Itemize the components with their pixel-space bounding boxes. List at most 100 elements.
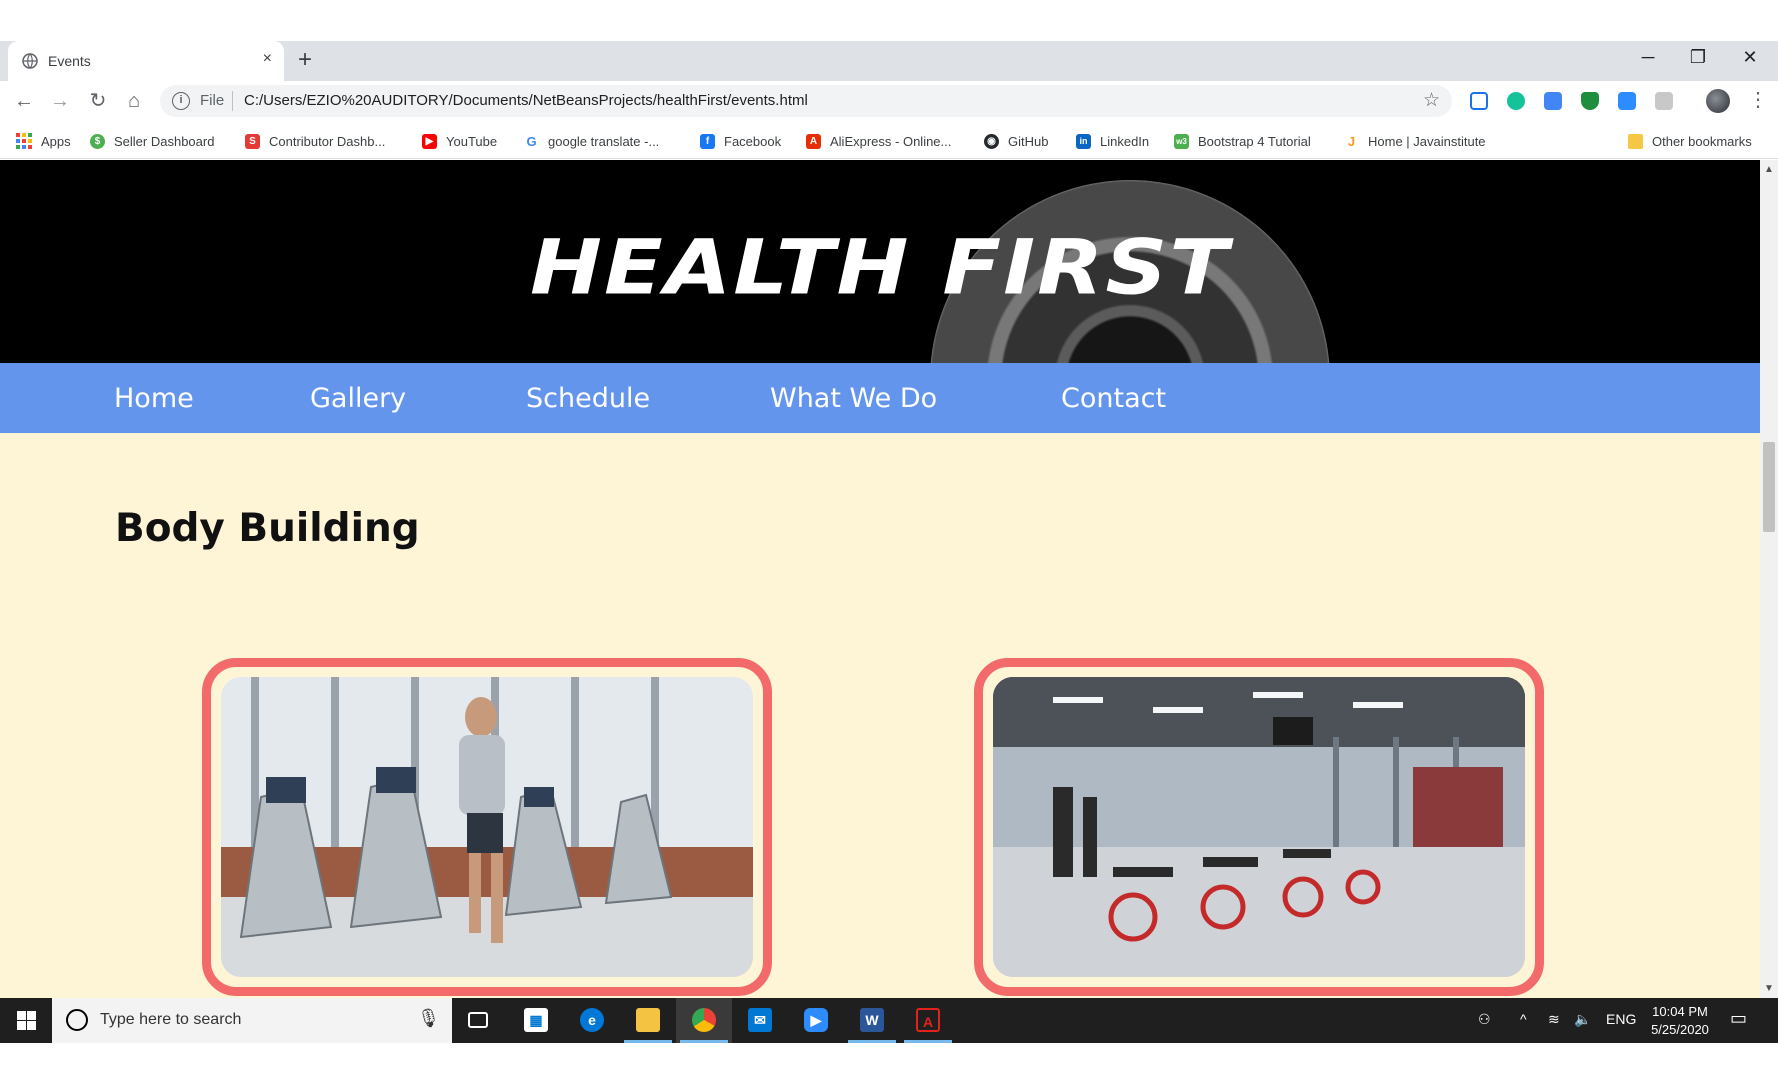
close-tab-icon[interactable]: × <box>263 50 272 68</box>
zoom-icon: ▶ <box>804 1008 828 1032</box>
acrobat-button[interactable]: A <box>900 998 956 1043</box>
folder-icon <box>636 1008 660 1032</box>
file-explorer-button[interactable] <box>620 998 676 1043</box>
bookmark-youtube[interactable]: ▶ YouTube <box>422 132 497 150</box>
bookmarks-bar: Apps $ Seller Dashboard S Contributor Da… <box>0 121 1778 159</box>
bookmark-github[interactable]: ◉ GitHub <box>984 132 1048 150</box>
bookmark-label: AliExpress - Online... <box>830 133 952 149</box>
scroll-thumb[interactable] <box>1763 442 1775 532</box>
restore-button[interactable]: ❐ <box>1678 47 1718 75</box>
word-icon: W <box>860 1008 884 1032</box>
kebab-menu-icon[interactable]: ⋮ <box>1748 87 1768 112</box>
microphone-icon[interactable]: 🎙 <box>417 1008 440 1029</box>
shield-extension-icon[interactable] <box>1581 92 1599 110</box>
globe-icon <box>22 53 38 69</box>
nav-schedule[interactable]: Schedule <box>526 383 650 414</box>
bookmark-google-translate[interactable]: G google translate -... <box>524 132 659 150</box>
task-view-button[interactable] <box>452 998 508 1043</box>
tab-title: Events <box>48 53 91 69</box>
url-text[interactable]: C:/Users/EZIO%20AUDITORY/Documents/NetBe… <box>244 92 808 109</box>
nav-home[interactable]: Home <box>114 383 194 414</box>
bookmark-aliexpress[interactable]: A AliExpress - Online... <box>806 132 951 150</box>
zoom-button[interactable]: ▶ <box>788 998 844 1043</box>
volume-icon[interactable]: 🔈 <box>1574 1011 1591 1028</box>
treadmill-photo <box>221 677 753 977</box>
gallery-card <box>974 658 1544 996</box>
site-logo: HEALTH FIRST <box>530 224 1230 312</box>
start-button[interactable] <box>0 998 52 1043</box>
bookmark-label: Home | Javainstitute <box>1368 133 1486 149</box>
back-button[interactable]: ← <box>10 87 38 115</box>
bookmark-seller-dashboard[interactable]: $ Seller Dashboard <box>90 132 214 150</box>
profile-avatar[interactable] <box>1706 89 1730 113</box>
java-icon: J <box>1344 133 1359 149</box>
bookmark-bootstrap-tutorial[interactable]: w3 Bootstrap 4 Tutorial <box>1174 132 1311 150</box>
scheme-label: File <box>200 92 225 109</box>
bookmark-label: Contributor Dashb... <box>269 133 386 149</box>
folder-icon <box>1628 133 1643 149</box>
wifi-icon[interactable]: ≋ <box>1548 1011 1560 1028</box>
bookmark-contributor-dashboard[interactable]: S Contributor Dashb... <box>245 132 385 150</box>
mail-icon: ✉ <box>748 1008 772 1032</box>
gallery-card <box>202 658 772 996</box>
close-window-button[interactable]: ✕ <box>1730 47 1770 75</box>
address-bar[interactable]: i File C:/Users/EZIO%20AUDITORY/Document… <box>160 85 1452 117</box>
bookmark-other[interactable]: Other bookmarks <box>1628 132 1752 150</box>
task-view-icon <box>468 1012 488 1028</box>
facebook-icon: f <box>700 133 715 149</box>
tab-events[interactable]: Events × <box>8 41 284 81</box>
grammarly-icon[interactable] <box>1507 92 1525 110</box>
bookmark-label: LinkedIn <box>1100 133 1150 149</box>
youtube-icon: ▶ <box>422 133 437 149</box>
clock[interactable]: 10:04 PM 5/25/2020 <box>1640 1003 1720 1039</box>
linkedin-icon: in <box>1076 133 1091 149</box>
chevron-up-icon[interactable]: ^ <box>1520 1011 1527 1027</box>
nav-what-we-do[interactable]: What We Do <box>770 383 937 414</box>
taskbar-search[interactable]: Type here to search 🎙 <box>52 998 452 1043</box>
bookmark-facebook[interactable]: f Facebook <box>700 132 781 150</box>
bookmark-star-icon[interactable]: ☆ <box>1423 89 1440 112</box>
nav-gallery[interactable]: Gallery <box>310 383 406 414</box>
nav-contact[interactable]: Contact <box>1061 383 1166 414</box>
extension-reader-icon[interactable] <box>1470 92 1488 110</box>
bookmark-label: Other bookmarks <box>1652 133 1752 149</box>
minimize-button[interactable]: ─ <box>1628 47 1668 75</box>
notifications-icon[interactable]: ▭ <box>1730 1008 1747 1029</box>
zoom-extension-icon[interactable] <box>1618 92 1636 110</box>
chrome-icon <box>692 1008 716 1032</box>
store-button[interactable]: ▦ <box>508 998 564 1043</box>
people-icon[interactable]: ⚇ <box>1478 1011 1491 1028</box>
browser-window: Events × + ─ ❐ ✕ ← → ↻ ⌂ i File C:/Users… <box>0 41 1778 1043</box>
mail-button[interactable]: ✉ <box>732 998 788 1043</box>
windows-taskbar: Type here to search 🎙 ▦ e ✉ ▶ W A ⚇ ^ ≋ … <box>0 998 1778 1043</box>
edge-icon: e <box>580 1008 604 1032</box>
bookmark-label: Facebook <box>724 133 782 149</box>
home-button[interactable]: ⌂ <box>120 87 148 115</box>
page-viewport: HEALTH FIRST Home Gallery Schedule What … <box>0 160 1778 998</box>
gym-photo <box>993 677 1525 977</box>
language-indicator[interactable]: ENG <box>1606 1011 1636 1027</box>
bookmark-label: GitHub <box>1008 133 1049 149</box>
new-tab-button[interactable]: + <box>298 46 312 74</box>
site-info-icon[interactable]: i <box>172 92 190 110</box>
chrome-button[interactable] <box>676 998 732 1043</box>
aliexpress-icon: A <box>806 133 821 149</box>
header-banner: HEALTH FIRST <box>0 160 1760 363</box>
word-button[interactable]: W <box>844 998 900 1043</box>
scroll-up-icon[interactable]: ▲ <box>1764 164 1774 175</box>
google-icon: G <box>524 133 539 149</box>
contributor-icon: S <box>245 133 260 149</box>
reload-button[interactable]: ↻ <box>84 87 112 115</box>
cortana-icon <box>66 1009 88 1031</box>
bookmark-linkedin[interactable]: in LinkedIn <box>1076 132 1149 150</box>
edge-button[interactable]: e <box>564 998 620 1043</box>
section-title: Body Building <box>115 506 420 551</box>
pdf-extension-icon[interactable] <box>1655 92 1673 110</box>
seller-icon: $ <box>90 133 105 149</box>
page-scrollbar[interactable]: ▲ ▼ <box>1760 160 1778 998</box>
scroll-down-icon[interactable]: ▼ <box>1764 983 1774 994</box>
bookmark-apps[interactable]: Apps <box>16 132 71 150</box>
bookmark-javainstitute[interactable]: J Home | Javainstitute <box>1344 132 1486 150</box>
translate-extension-icon[interactable] <box>1544 92 1562 110</box>
forward-button[interactable]: → <box>46 87 74 115</box>
